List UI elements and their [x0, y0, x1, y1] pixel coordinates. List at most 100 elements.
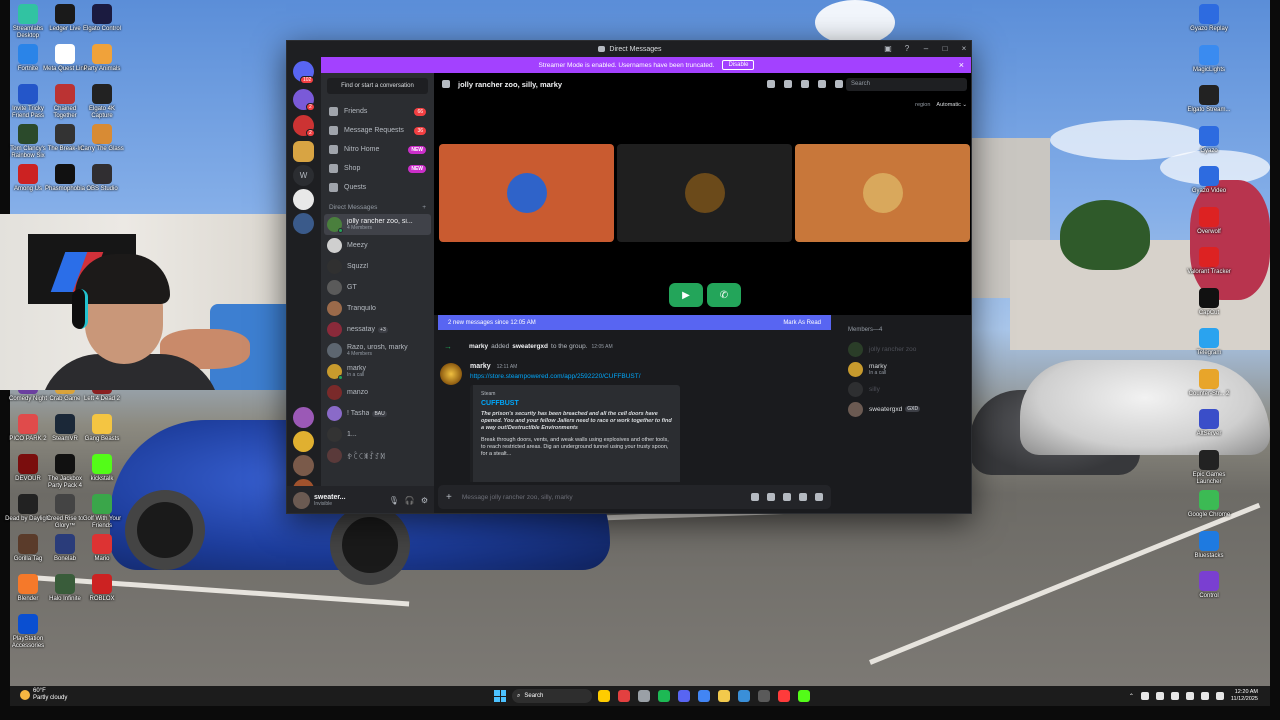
desktop-icon[interactable]: Gang Beasts	[79, 414, 125, 443]
help-icon[interactable]: ?	[902, 43, 912, 54]
taskbar-app-icon[interactable]	[638, 690, 650, 702]
desktop-icon[interactable]: ROBLOX	[79, 574, 125, 603]
taskbar-app-icon[interactable]	[598, 690, 610, 702]
server-icon[interactable]	[293, 407, 314, 428]
taskbar-app-icon[interactable]	[718, 690, 730, 702]
dm-item[interactable]: GT	[321, 277, 434, 298]
tray-chevron-icon[interactable]: ⌃	[1129, 693, 1134, 700]
dm-item[interactable]: ! Tasha BAU	[321, 403, 434, 424]
volume-icon[interactable]	[1200, 692, 1209, 700]
user-avatar[interactable]	[293, 492, 310, 509]
dm-item[interactable]: Squzzl	[321, 256, 434, 277]
new-messages-bar[interactable]: 2 new messages since 12:05 AM Mark As Re…	[438, 315, 831, 330]
nav-item-quests[interactable]: Quests	[321, 178, 434, 197]
desktop-icon[interactable]: AltServer	[1186, 409, 1232, 438]
channel-search-input[interactable]: Search	[846, 78, 967, 91]
tray-app-icon[interactable]	[1140, 692, 1149, 700]
system-actor[interactable]: marky	[469, 343, 488, 350]
desktop-icon[interactable]: Mario	[79, 534, 125, 563]
desktop-icon[interactable]: Counter-Str... 2	[1186, 368, 1232, 398]
message-link[interactable]: https://store.steampowered.com/app/25922…	[470, 373, 641, 380]
gif-icon[interactable]	[767, 493, 775, 501]
member-item[interactable]: jolly rancher zoo	[834, 339, 971, 359]
desktop-icon[interactable]: kickstalk	[79, 454, 125, 483]
server-icon[interactable]	[293, 213, 314, 234]
member-item[interactable]: sweatergxd GXD	[834, 399, 971, 419]
desktop-icon[interactable]: OBS Studio	[79, 164, 125, 193]
taskbar-app-icon[interactable]	[678, 690, 690, 702]
sticker-icon[interactable]	[783, 493, 791, 501]
taskbar-app-icon[interactable]	[758, 690, 770, 702]
desktop-icon[interactable]: Bluestacks	[1186, 530, 1232, 560]
desktop-icon[interactable]: Carry The Glass	[79, 124, 125, 153]
embed-title[interactable]: CUFFBUST	[481, 400, 672, 407]
voice-call-button[interactable]: ✆	[707, 283, 741, 307]
mark-as-read-button[interactable]: Mark As Read	[783, 320, 821, 326]
system-target[interactable]: sweatergxd	[512, 343, 548, 350]
desktop-icon[interactable]: Google Chrome	[1186, 490, 1232, 519]
find-conversation-input[interactable]: Find or start a conversation	[327, 78, 428, 94]
dm-item[interactable]: marky In a call	[321, 361, 434, 382]
author-avatar[interactable]	[440, 363, 462, 385]
call-participant-tile[interactable]	[439, 144, 614, 242]
server-icon[interactable]	[293, 455, 314, 476]
desktop-icon[interactable]: MagicLights	[1186, 44, 1232, 74]
desktop-icon[interactable]: Gyazo Replay	[1186, 4, 1232, 33]
nav-item-nitro-home[interactable]: Nitro Home NEW	[321, 140, 434, 159]
message-author[interactable]: marky	[470, 363, 491, 370]
desktop-icon[interactable]: Party Animals	[79, 44, 125, 73]
battery-icon[interactable]	[1215, 692, 1224, 700]
desktop-icon[interactable]: Elgato Control	[79, 4, 125, 33]
dm-item[interactable]: Razo, urosh, marky 4 Members	[321, 340, 434, 361]
desktop-icon[interactable]: Gyazo	[1186, 125, 1232, 155]
maximize-button[interactable]: □	[940, 43, 950, 54]
nav-item-message-requests[interactable]: Message Requests 36	[321, 121, 434, 140]
add-dm-icon[interactable]: +	[422, 204, 426, 211]
taskbar-app-icon[interactable]	[738, 690, 750, 702]
close-button[interactable]: ×	[959, 43, 969, 54]
desktop-icon[interactable]: Elgato 4K Capture	[79, 84, 125, 120]
inbox-icon[interactable]: ▣	[883, 43, 893, 54]
desktop-icon[interactable]: Control	[1186, 571, 1232, 600]
windows-start-icon[interactable]	[494, 690, 506, 702]
nav-item-friends[interactable]: Friends 66	[321, 102, 434, 121]
add-member-icon[interactable]	[818, 80, 826, 88]
dm-item[interactable]: nessatay +3	[321, 319, 434, 340]
desktop-icon[interactable]: Epic Games Launcher	[1186, 449, 1232, 486]
dm-item[interactable]: manzo	[321, 382, 434, 403]
dm-item[interactable]: jolly rancher zoo, si... 4 Members	[324, 214, 431, 235]
tray-app-icon[interactable]	[1170, 692, 1179, 700]
region-selector[interactable]: region Automatic ⌄	[915, 102, 967, 108]
desktop-icon[interactable]: Gyazo Video	[1186, 166, 1232, 195]
tray-app-icon[interactable]	[1155, 692, 1164, 700]
desktop-icon[interactable]: Telegram	[1186, 328, 1232, 357]
taskbar-app-icon[interactable]	[698, 690, 710, 702]
call-participant-tile[interactable]	[617, 144, 792, 242]
taskbar-search[interactable]: ⌕ Search	[512, 689, 592, 703]
members-icon[interactable]	[835, 80, 843, 88]
close-banner-icon[interactable]: ×	[959, 60, 964, 70]
member-item[interactable]: marky In a call	[834, 359, 971, 379]
weather-widget[interactable]: 60°F Partly cloudy	[20, 688, 67, 702]
attach-plus-icon[interactable]: +	[446, 492, 452, 503]
video-call-button[interactable]: ▶	[669, 283, 703, 307]
member-item[interactable]: silly	[834, 379, 971, 399]
server-icon[interactable]	[293, 141, 314, 162]
dm-item[interactable]: Tranquilo	[321, 298, 434, 319]
taskbar-app-icon[interactable]	[658, 690, 670, 702]
wifi-icon[interactable]	[1185, 692, 1194, 700]
call-participant-tile[interactable]	[795, 144, 970, 242]
disable-streamer-button[interactable]: Disable	[722, 60, 755, 70]
settings-gear-icon[interactable]: ⚙	[421, 496, 428, 505]
desktop-icon[interactable]: Valorant Tracker	[1186, 247, 1232, 276]
server-icon[interactable]	[293, 431, 314, 452]
message-input[interactable]: + Message jolly rancher zoo, silly, mark…	[438, 485, 831, 509]
desktop-icon[interactable]: Elgato Stream...	[1186, 85, 1232, 114]
dm-item[interactable]: 1...	[321, 424, 434, 445]
desktop-icon[interactable]: Golf With Your Friends	[79, 494, 125, 530]
region-value[interactable]: Automatic ⌄	[936, 102, 967, 108]
minimize-button[interactable]: –	[921, 43, 931, 54]
desktop-icon[interactable]: CapCut	[1186, 287, 1232, 317]
taskbar-app-icon[interactable]	[618, 690, 630, 702]
taskbar-app-icon[interactable]	[798, 690, 810, 702]
